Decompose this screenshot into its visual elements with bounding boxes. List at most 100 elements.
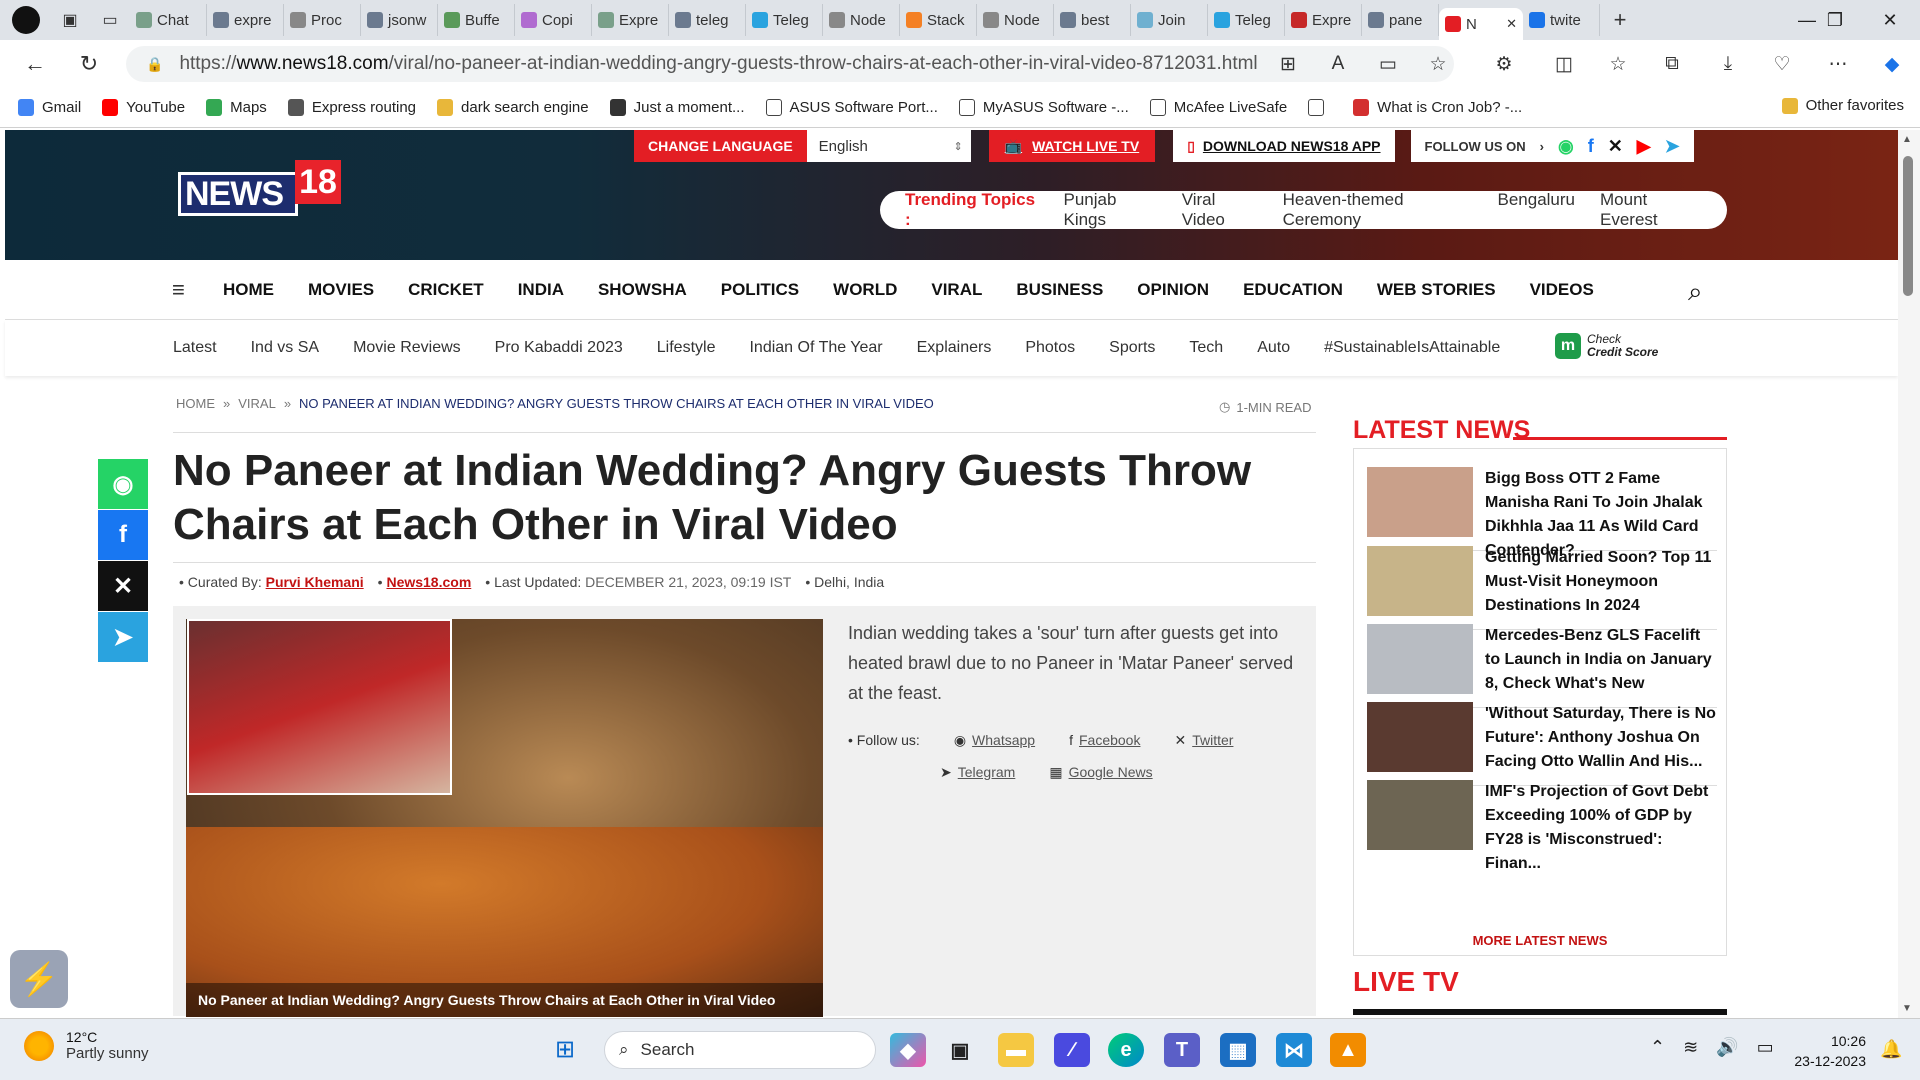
- news-headline[interactable]: IMF's Projection of Govt Debt Exceeding …: [1485, 780, 1717, 872]
- other-favorites[interactable]: Other favorites: [1781, 97, 1904, 114]
- trending-topic[interactable]: Punjab Kings: [1063, 190, 1156, 230]
- nav-item-web-stories[interactable]: WEB STORIES: [1377, 280, 1496, 300]
- telegram-share-icon[interactable]: ➤: [98, 612, 148, 662]
- subnav-item[interactable]: Movie Reviews: [353, 339, 461, 357]
- collections-icon[interactable]: ⧉: [1652, 48, 1692, 80]
- tab-actions-icon[interactable]: ▭: [90, 0, 130, 40]
- edge-icon[interactable]: e: [1108, 1033, 1144, 1067]
- back-button[interactable]: ←: [12, 44, 58, 84]
- tab-10[interactable]: Stack: [900, 4, 977, 36]
- x-share-icon[interactable]: ✕: [98, 561, 148, 611]
- tab-16[interactable]: pane: [1362, 4, 1439, 36]
- tab-8[interactable]: Teleg: [746, 4, 823, 36]
- wifi-icon[interactable]: ≋: [1683, 1037, 1698, 1058]
- performance-icon[interactable]: ♡: [1762, 48, 1802, 80]
- scroll-thumb[interactable]: [1903, 156, 1913, 296]
- subnav-item[interactable]: Photos: [1025, 339, 1075, 357]
- floating-app-button[interactable]: ⚡: [10, 950, 68, 1008]
- author-link[interactable]: Purvi Khemani: [266, 574, 364, 590]
- workspaces-icon[interactable]: ▣: [50, 0, 90, 40]
- latest-news-item[interactable]: Mercedes-Benz GLS Facelift to Launch in …: [1367, 624, 1717, 708]
- latest-news-item[interactable]: IMF's Projection of Govt Debt Exceeding …: [1367, 780, 1717, 872]
- news-thumbnail[interactable]: [1367, 546, 1473, 616]
- trending-topic[interactable]: Mount Everest: [1600, 190, 1702, 230]
- check-credit-score[interactable]: m Check Credit Score: [1555, 333, 1658, 359]
- more-menu-icon[interactable]: ⋯: [1818, 48, 1858, 80]
- bookmark-1[interactable]: YouTube: [102, 99, 185, 116]
- tab-6[interactable]: Expre: [592, 4, 669, 36]
- windows-start-icon[interactable]: ⊞: [555, 1035, 575, 1064]
- nav-item-opinion[interactable]: OPINION: [1137, 280, 1209, 300]
- nav-item-education[interactable]: EDUCATION: [1243, 280, 1343, 300]
- youtube-icon[interactable]: ▶: [1637, 136, 1651, 157]
- news-thumbnail[interactable]: [1367, 780, 1473, 850]
- trending-topic[interactable]: Heaven-themed Ceremony: [1283, 190, 1473, 230]
- close-button[interactable]: ✕: [1862, 0, 1918, 40]
- latest-news-item[interactable]: 'Without Saturday, There is No Future': …: [1367, 702, 1717, 786]
- download-app-button[interactable]: ▯ DOWNLOAD NEWS18 APP: [1173, 130, 1395, 162]
- favorites-icon[interactable]: ☆: [1598, 48, 1638, 80]
- news-headline[interactable]: Getting Married Soon? Top 11 Must-Visit …: [1485, 546, 1717, 629]
- subnav-item[interactable]: Tech: [1189, 339, 1223, 357]
- bookmark-6[interactable]: ASUS Software Port...: [765, 99, 938, 116]
- news-headline[interactable]: 'Without Saturday, There is No Future': …: [1485, 702, 1717, 785]
- trending-topic[interactable]: Bengaluru: [1498, 190, 1576, 230]
- bookmark-8[interactable]: McAfee LiveSafe: [1149, 99, 1287, 116]
- nav-item-cricket[interactable]: CRICKET: [408, 280, 484, 300]
- profile-avatar[interactable]: [12, 6, 40, 34]
- nav-item-politics[interactable]: POLITICS: [721, 280, 799, 300]
- news18-logo[interactable]: NEWS 18: [178, 160, 341, 220]
- facebook-icon[interactable]: f: [1588, 136, 1594, 157]
- subnav-item[interactable]: Explainers: [917, 339, 992, 357]
- news-thumbnail[interactable]: [1367, 624, 1473, 694]
- bookmark-9[interactable]: [1308, 99, 1332, 116]
- search-icon[interactable]: ⌕: [1688, 276, 1703, 308]
- subnav-item[interactable]: #SustainableIsAttainable: [1324, 339, 1500, 357]
- nav-item-viral[interactable]: VIRAL: [931, 280, 982, 300]
- tab-13[interactable]: Join: [1131, 4, 1208, 36]
- subnav-item[interactable]: Ind vs SA: [251, 339, 319, 357]
- tab-11[interactable]: Node: [977, 4, 1054, 36]
- tab-2[interactable]: Proc: [284, 4, 361, 36]
- language-select[interactable]: English ⇕: [806, 130, 971, 162]
- tab-14[interactable]: Teleg: [1208, 4, 1285, 36]
- article-image[interactable]: No Paneer at Indian Wedding? Angry Guest…: [186, 619, 823, 1017]
- restore-button[interactable]: ❐: [1807, 0, 1863, 40]
- split-screen-icon[interactable]: ◫: [1544, 48, 1584, 80]
- subnav-item[interactable]: Lifestyle: [657, 339, 716, 357]
- latest-news-item[interactable]: Bigg Boss OTT 2 Fame Manisha Rani To Joi…: [1367, 467, 1717, 559]
- bookmark-3[interactable]: Express routing: [287, 99, 416, 116]
- vlc-icon[interactable]: ▲: [1330, 1033, 1366, 1067]
- nav-item-world[interactable]: WORLD: [833, 280, 897, 300]
- nav-item-business[interactable]: BUSINESS: [1016, 280, 1103, 300]
- source-link[interactable]: News18.com: [386, 574, 471, 590]
- refresh-button[interactable]: ↻: [66, 44, 112, 84]
- subnav-item[interactable]: Indian Of The Year: [749, 339, 882, 357]
- file-explorer-icon[interactable]: ▬: [998, 1033, 1034, 1067]
- scroll-up-icon[interactable]: ▲: [1902, 134, 1912, 145]
- more-latest-news-link[interactable]: MORE LATEST NEWS: [1354, 927, 1726, 955]
- bookmark-0[interactable]: Gmail: [18, 99, 81, 116]
- favorite-star-icon[interactable]: ☆: [1418, 48, 1458, 80]
- teams-icon[interactable]: T: [1164, 1033, 1200, 1067]
- subnav-item[interactable]: Auto: [1257, 339, 1290, 357]
- page-scrollbar[interactable]: ▲ ▼: [1898, 130, 1920, 1018]
- tab-7[interactable]: teleg: [669, 4, 746, 36]
- nav-item-home[interactable]: HOME: [223, 280, 274, 300]
- clock[interactable]: 10:26 23-12-2023: [1786, 1031, 1866, 1071]
- vscode-icon[interactable]: ⋈: [1276, 1033, 1312, 1067]
- trending-topic[interactable]: Viral Video: [1182, 190, 1258, 230]
- tab-1[interactable]: expre: [207, 4, 284, 36]
- notification-bell-icon[interactable]: 🔔: [1880, 1039, 1902, 1060]
- taskbar-search[interactable]: ⌕ Search: [604, 1031, 876, 1069]
- telegram-link[interactable]: Telegram: [958, 764, 1016, 780]
- new-tab-button[interactable]: +: [1600, 0, 1640, 40]
- bookmark-5[interactable]: Just a moment...: [609, 99, 745, 116]
- tab-15[interactable]: Expre: [1285, 4, 1362, 36]
- battery-icon[interactable]: ▭: [1757, 1037, 1774, 1058]
- copilot-icon[interactable]: ◆: [1872, 48, 1912, 80]
- whatsapp-link[interactable]: Whatsapp: [972, 732, 1035, 748]
- whatsapp-icon[interactable]: ◉: [1558, 136, 1574, 157]
- bookmark-7[interactable]: MyASUS Software -...: [958, 99, 1129, 116]
- subnav-item[interactable]: Pro Kabaddi 2023: [495, 339, 623, 357]
